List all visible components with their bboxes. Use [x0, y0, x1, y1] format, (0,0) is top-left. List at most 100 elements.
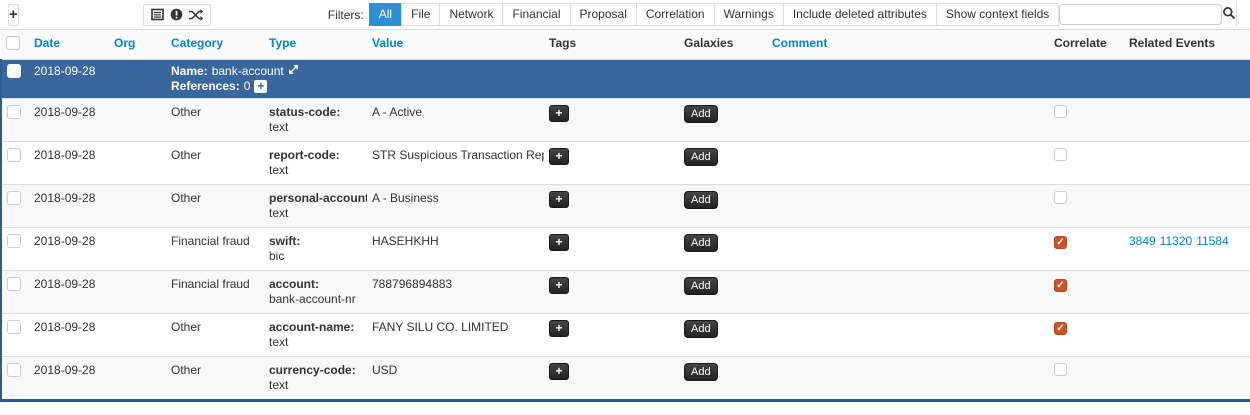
cell-category: Other [166, 99, 264, 142]
cell-tags: + [544, 142, 679, 185]
attribute-row: 2018-09-28 Other account-name: text FANY… [1, 314, 1250, 357]
row-checkbox[interactable] [7, 148, 21, 162]
select-all-checkbox[interactable] [6, 36, 20, 50]
row-checkbox[interactable] [7, 320, 21, 334]
row-checkbox[interactable] [7, 105, 21, 119]
header-date[interactable]: Date [29, 30, 109, 60]
add-tag-button[interactable]: + [549, 234, 569, 251]
header-org[interactable]: Org [109, 30, 166, 60]
row-select-cell [1, 142, 29, 185]
object-name: bank-account [212, 64, 284, 79]
add-reference-icon[interactable]: + [254, 80, 267, 93]
cell-org [109, 228, 166, 271]
cell-date: 2018-09-28 [29, 185, 109, 228]
row-select-cell [1, 228, 29, 271]
exclamation-circle-icon[interactable] [170, 8, 183, 21]
object-header-row: 2018-09-28 Name: bank-account [1, 60, 1250, 99]
filter-tab-file[interactable]: File [401, 3, 440, 26]
shuffle-icon[interactable] [188, 9, 203, 21]
filter-tab-financial[interactable]: Financial [502, 3, 570, 26]
add-tag-button[interactable]: + [549, 277, 569, 294]
cell-related-events [1124, 271, 1250, 314]
filter-tab-correlation[interactable]: Correlation [636, 3, 715, 26]
row-checkbox[interactable] [7, 277, 21, 291]
related-event-link[interactable]: 11320 [1160, 234, 1192, 248]
correlate-checkbox[interactable]: ✓ [1054, 105, 1067, 118]
row-checkbox[interactable] [7, 363, 21, 377]
header-comment[interactable]: Comment [767, 30, 1049, 60]
add-tag-button[interactable]: + [549, 363, 569, 380]
add-tag-button[interactable]: + [549, 105, 569, 122]
add-galaxy-button[interactable]: Add [684, 320, 718, 338]
header-related-events: Related Events [1124, 30, 1250, 60]
related-event-link[interactable]: 3849 [1129, 234, 1156, 248]
cell-comment [767, 142, 1049, 185]
filter-tab-show-context-fields[interactable]: Show context fields [936, 3, 1059, 26]
row-checkbox[interactable] [7, 234, 21, 248]
header-category[interactable]: Category [166, 30, 264, 60]
add-attribute-button[interactable]: + [8, 4, 19, 26]
toolbar: + [0, 0, 1250, 30]
add-galaxy-button[interactable]: Add [684, 105, 718, 123]
correlate-checkbox[interactable]: ✓ [1054, 236, 1067, 249]
add-galaxy-button[interactable]: Add [684, 277, 718, 295]
cell-value: HASEHKHH [367, 228, 544, 271]
add-galaxy-button[interactable]: Add [684, 363, 718, 381]
search-icon [1222, 6, 1236, 23]
object-info: Name: bank-account References: 0 [166, 60, 1250, 99]
cell-comment [767, 271, 1049, 314]
cell-tags: + [544, 271, 679, 314]
correlate-checkbox[interactable]: ✓ [1054, 279, 1067, 292]
cell-galaxies: Add [679, 271, 767, 314]
filters-label: Filters: [328, 8, 364, 22]
cell-org [109, 357, 166, 401]
cell-date: 2018-09-28 [29, 357, 109, 401]
cell-type: swift: bic [264, 228, 367, 271]
filter-tab-warnings[interactable]: Warnings [714, 3, 784, 26]
row-select-cell [1, 271, 29, 314]
attributes-table: Date Org Category Type Value Tags Galaxi… [0, 30, 1250, 402]
cell-tags: + [544, 357, 679, 401]
add-tag-button[interactable]: + [549, 148, 569, 165]
row-checkbox[interactable] [7, 191, 21, 205]
header-value[interactable]: Value [367, 30, 544, 60]
add-galaxy-button[interactable]: Add [684, 148, 718, 166]
correlate-checkbox[interactable]: ✓ [1054, 148, 1067, 161]
cell-org [109, 99, 166, 142]
toolbar-icon-group [143, 4, 211, 26]
expand-object-icon[interactable] [288, 64, 299, 79]
cell-tags: + [544, 185, 679, 228]
related-event-link[interactable]: 11584 [1196, 234, 1228, 248]
filter-tab-proposal[interactable]: Proposal [570, 3, 637, 26]
object-checkbox[interactable] [7, 64, 21, 78]
header-tags: Tags [544, 30, 679, 60]
search-input[interactable] [1059, 4, 1222, 25]
cell-value: A - Business [367, 185, 544, 228]
attribute-row: 2018-09-28 Other personal-account-type: … [1, 185, 1250, 228]
list-view-icon[interactable] [151, 8, 165, 21]
cell-related-events [1124, 99, 1250, 142]
filter-tab-include-deleted-attributes[interactable]: Include deleted attributes [783, 3, 937, 26]
object-select-cell [1, 60, 29, 99]
add-galaxy-button[interactable]: Add [684, 234, 718, 252]
row-select-cell [1, 99, 29, 142]
filter-tab-network[interactable]: Network [439, 3, 503, 26]
correlate-checkbox[interactable]: ✓ [1054, 322, 1067, 335]
search-button[interactable] [1222, 3, 1237, 26]
row-select-cell [1, 357, 29, 401]
cell-related-events [1124, 357, 1250, 401]
add-tag-button[interactable]: + [549, 320, 569, 337]
filter-tab-all[interactable]: All [369, 3, 402, 26]
correlate-checkbox[interactable]: ✓ [1054, 191, 1067, 204]
cell-comment [767, 357, 1049, 401]
correlate-checkbox[interactable]: ✓ [1054, 363, 1067, 376]
cell-value: STR Suspicious Transaction Report [367, 142, 544, 185]
cell-org [109, 185, 166, 228]
row-select-cell [1, 185, 29, 228]
object-references-label: References: [171, 79, 240, 94]
attribute-row: 2018-09-28 Other status-code: text A - A… [1, 99, 1250, 142]
add-tag-button[interactable]: + [549, 191, 569, 208]
cell-related-events [1124, 142, 1250, 185]
header-type[interactable]: Type [264, 30, 367, 60]
add-galaxy-button[interactable]: Add [684, 191, 718, 209]
